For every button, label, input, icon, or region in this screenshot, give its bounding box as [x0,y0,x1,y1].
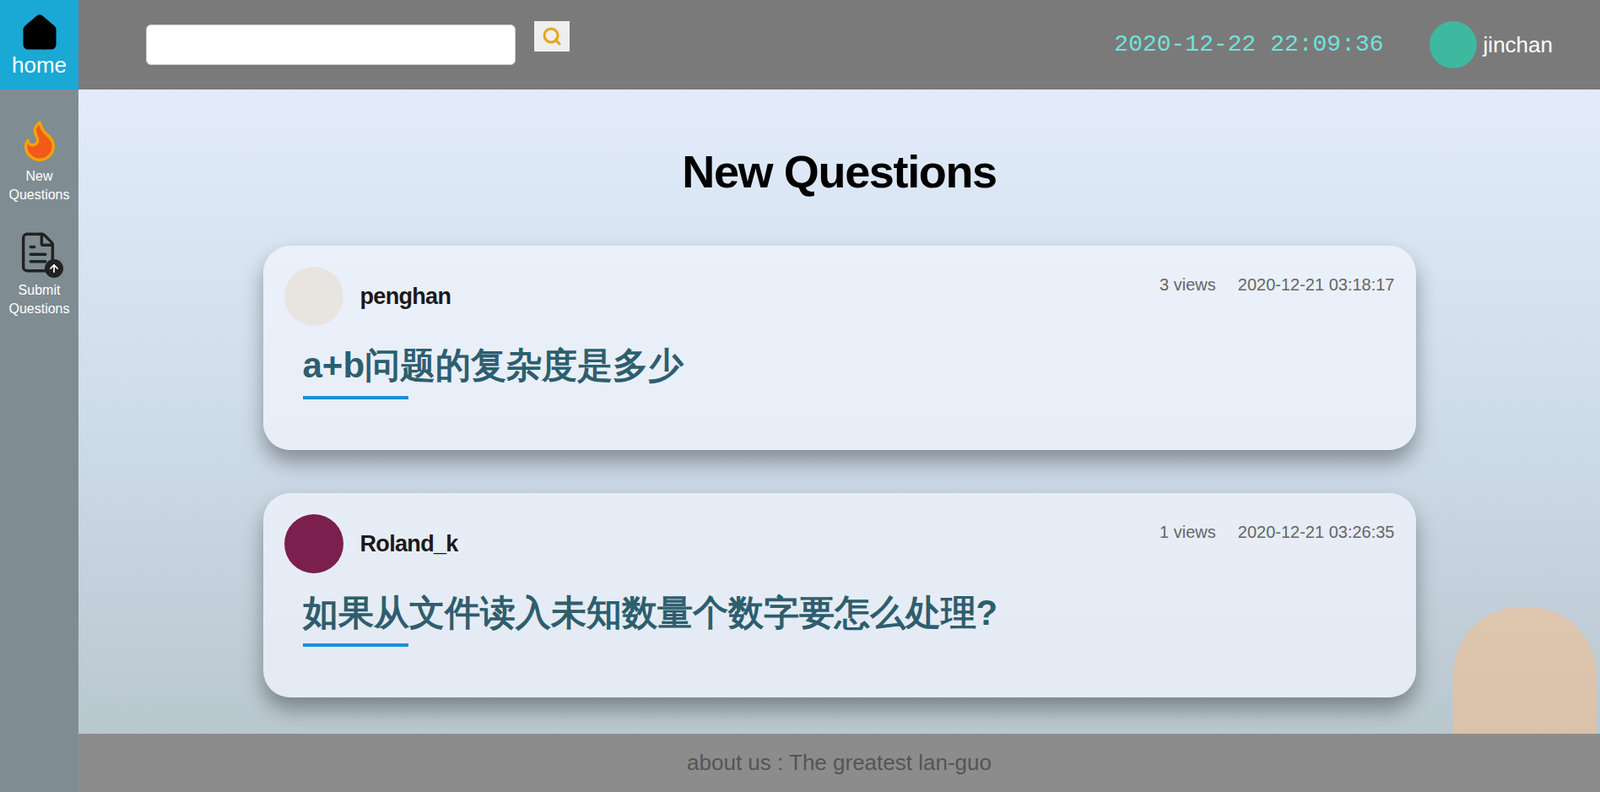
author-avatar[interactable] [284,513,344,573]
search-icon [541,26,563,47]
title-underline [302,643,409,647]
question-date: 2020-12-21 03:26:35 [1237,518,1395,545]
clock: 2020-12-22 22:09:36 [1113,27,1384,63]
user-menu[interactable]: jinchan [1429,21,1553,69]
submit-icon [16,230,64,278]
fire-icon [16,116,64,164]
search-input[interactable] [145,24,516,65]
app: homeNew QuestionsSubmit Questions2020-12… [0,0,1600,792]
view-count: 1 views [1159,518,1217,545]
search-button[interactable] [534,21,570,52]
sidebar-item[interactable]: New Questions [0,89,79,204]
home-button[interactable]: home [0,0,79,90]
title-underline [302,395,409,400]
author-name[interactable]: Roland_k [360,526,459,562]
home-icon [19,12,60,54]
question-card[interactable]: penghan 3 views 2020-12-21 03:18:17 a+b问题的复… [263,245,1417,450]
view-count: 3 views [1159,271,1217,298]
footer: about us : The greatest lan-guo [78,733,1600,792]
sidebar-item[interactable]: Submit Questions [0,203,79,318]
author-name[interactable]: penghan [360,279,452,314]
question-card[interactable]: Roland_k 1 views 2020-12-21 03:26:35 如果从文件读… [263,492,1417,698]
main-content: New Questions penghan 3 views 2020-12-21 03… [78,89,1600,734]
question-title[interactable]: 如果从文件读入未知数量个数字要怎么处理? [302,589,1395,637]
sidebar: homeNew QuestionsSubmit Questions [0,0,79,792]
question-date: 2020-12-21 03:18:17 [1237,271,1395,298]
top-bar: 2020-12-22 22:09:36 jinchan [78,0,1600,90]
question-title[interactable]: a+b问题的复杂度是多少 [302,342,1395,390]
page-title: New Questions [681,146,997,197]
user-avatar [1429,21,1477,69]
author-avatar[interactable] [284,266,344,326]
mascot-figure [1453,606,1597,734]
